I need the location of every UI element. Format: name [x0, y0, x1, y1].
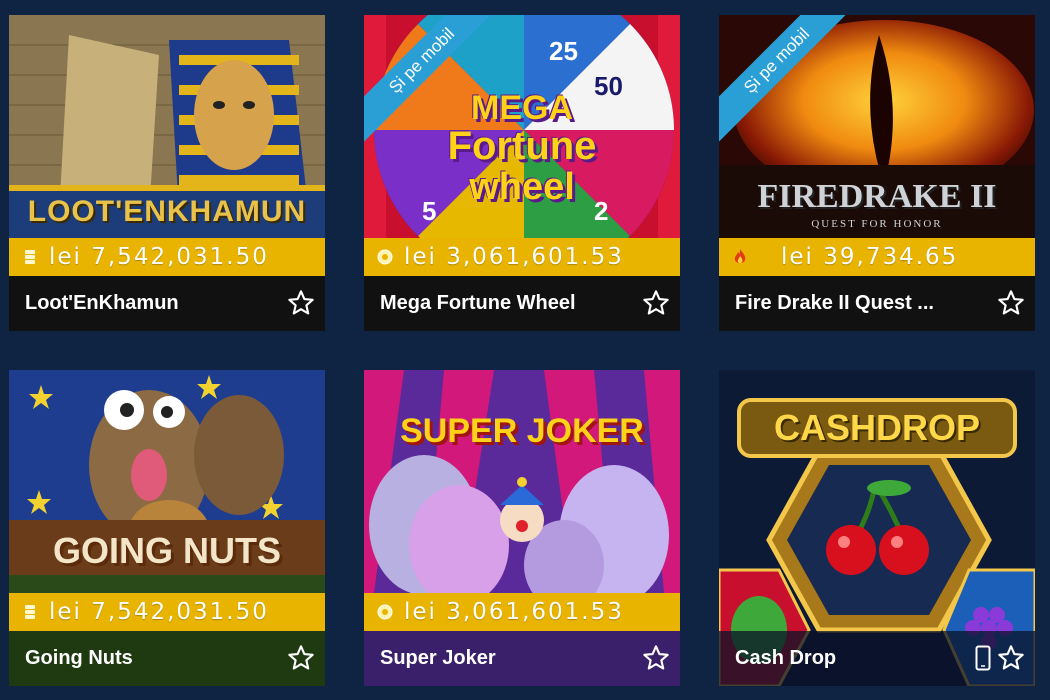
- coin-sparkle-icon: [377, 604, 393, 620]
- game-caption: Going Nuts: [9, 631, 325, 686]
- coin-sparkle-icon: [377, 249, 393, 265]
- jackpot-bar: lei 7,542,031.50: [9, 593, 325, 631]
- star-favorite-icon[interactable]: [642, 289, 670, 317]
- game-tile-super-joker[interactable]: SUPER JOKER lei 3,061,601.53 Super Joker: [364, 370, 680, 686]
- game-logo: SUPER JOKER: [400, 412, 644, 450]
- game-logo: CASHDROP: [773, 407, 980, 448]
- star-favorite-icon[interactable]: [287, 644, 315, 672]
- game-logo: MEGA Fortune wheel: [447, 89, 597, 208]
- game-logo-subtitle: QUEST FOR HONOR: [811, 218, 943, 230]
- jackpot-bar: lei 3,061,601.53: [364, 238, 680, 276]
- game-title: Cash Drop: [735, 647, 837, 669]
- star-favorite-icon[interactable]: [997, 644, 1025, 672]
- star-favorite-icon[interactable]: [642, 644, 670, 672]
- jackpot-amount: lei 7,542,031.50: [49, 244, 269, 270]
- jackpot-amount: lei 39,734.65: [781, 244, 959, 270]
- game-tile-fire-drake-ii[interactable]: FIREDRAKE II QUEST FOR HONOR Și pe mobil…: [719, 15, 1035, 331]
- game-caption: Fire Drake II Quest ...: [719, 276, 1035, 331]
- jackpot-bar: lei 3,061,601.53: [364, 593, 680, 631]
- game-tile-going-nuts[interactable]: GOING NUTS lei 7,542,031.50 Going Nuts: [9, 370, 325, 686]
- jackpot-amount: lei 7,542,031.50: [49, 599, 269, 625]
- game-caption: Cash Drop: [719, 631, 1035, 686]
- game-logo: LOOT'ENKHAMUN: [27, 195, 307, 228]
- coins-icon: [25, 250, 35, 264]
- jackpot-bar: lei 7,542,031.50: [9, 238, 325, 276]
- game-logo: FIREDRAKE II: [757, 178, 997, 215]
- coins-icon: [25, 605, 35, 619]
- jackpot-amount: lei 3,061,601.53: [404, 244, 624, 270]
- game-caption: Loot'EnKhamun: [9, 276, 325, 331]
- game-title: Loot'EnKhamun: [25, 292, 179, 314]
- game-tile-cash-drop[interactable]: CASHDROP Cash Drop: [719, 370, 1035, 686]
- jackpot-amount: lei 3,061,601.53: [404, 599, 624, 625]
- star-favorite-icon[interactable]: [997, 289, 1025, 317]
- game-logo: GOING NUTS: [52, 530, 281, 571]
- game-caption: Mega Fortune Wheel: [364, 276, 680, 331]
- game-tile-lootenkhamun[interactable]: LOOT'ENKHAMUN lei 7,542,031.50 Loot'EnKh…: [9, 15, 325, 331]
- flame-icon: [734, 249, 746, 264]
- wheel-number: 25: [549, 36, 578, 66]
- star-favorite-icon[interactable]: [287, 289, 315, 317]
- game-grid: LOOT'ENKHAMUN lei 7,542,031.50 Loot'EnKh…: [0, 0, 1050, 700]
- game-tile-mega-fortune-wheel[interactable]: 25 50 2 5 MEGA Fortune wheel Și pe mobil…: [364, 15, 680, 331]
- mobile-phone-icon: [975, 645, 991, 671]
- game-title: Fire Drake II Quest ...: [735, 292, 934, 314]
- game-title: Super Joker: [380, 647, 496, 669]
- game-caption: Super Joker: [364, 631, 680, 686]
- game-title: Going Nuts: [25, 647, 133, 669]
- jackpot-bar: lei 39,734.65: [719, 238, 1035, 276]
- game-title: Mega Fortune Wheel: [380, 292, 576, 314]
